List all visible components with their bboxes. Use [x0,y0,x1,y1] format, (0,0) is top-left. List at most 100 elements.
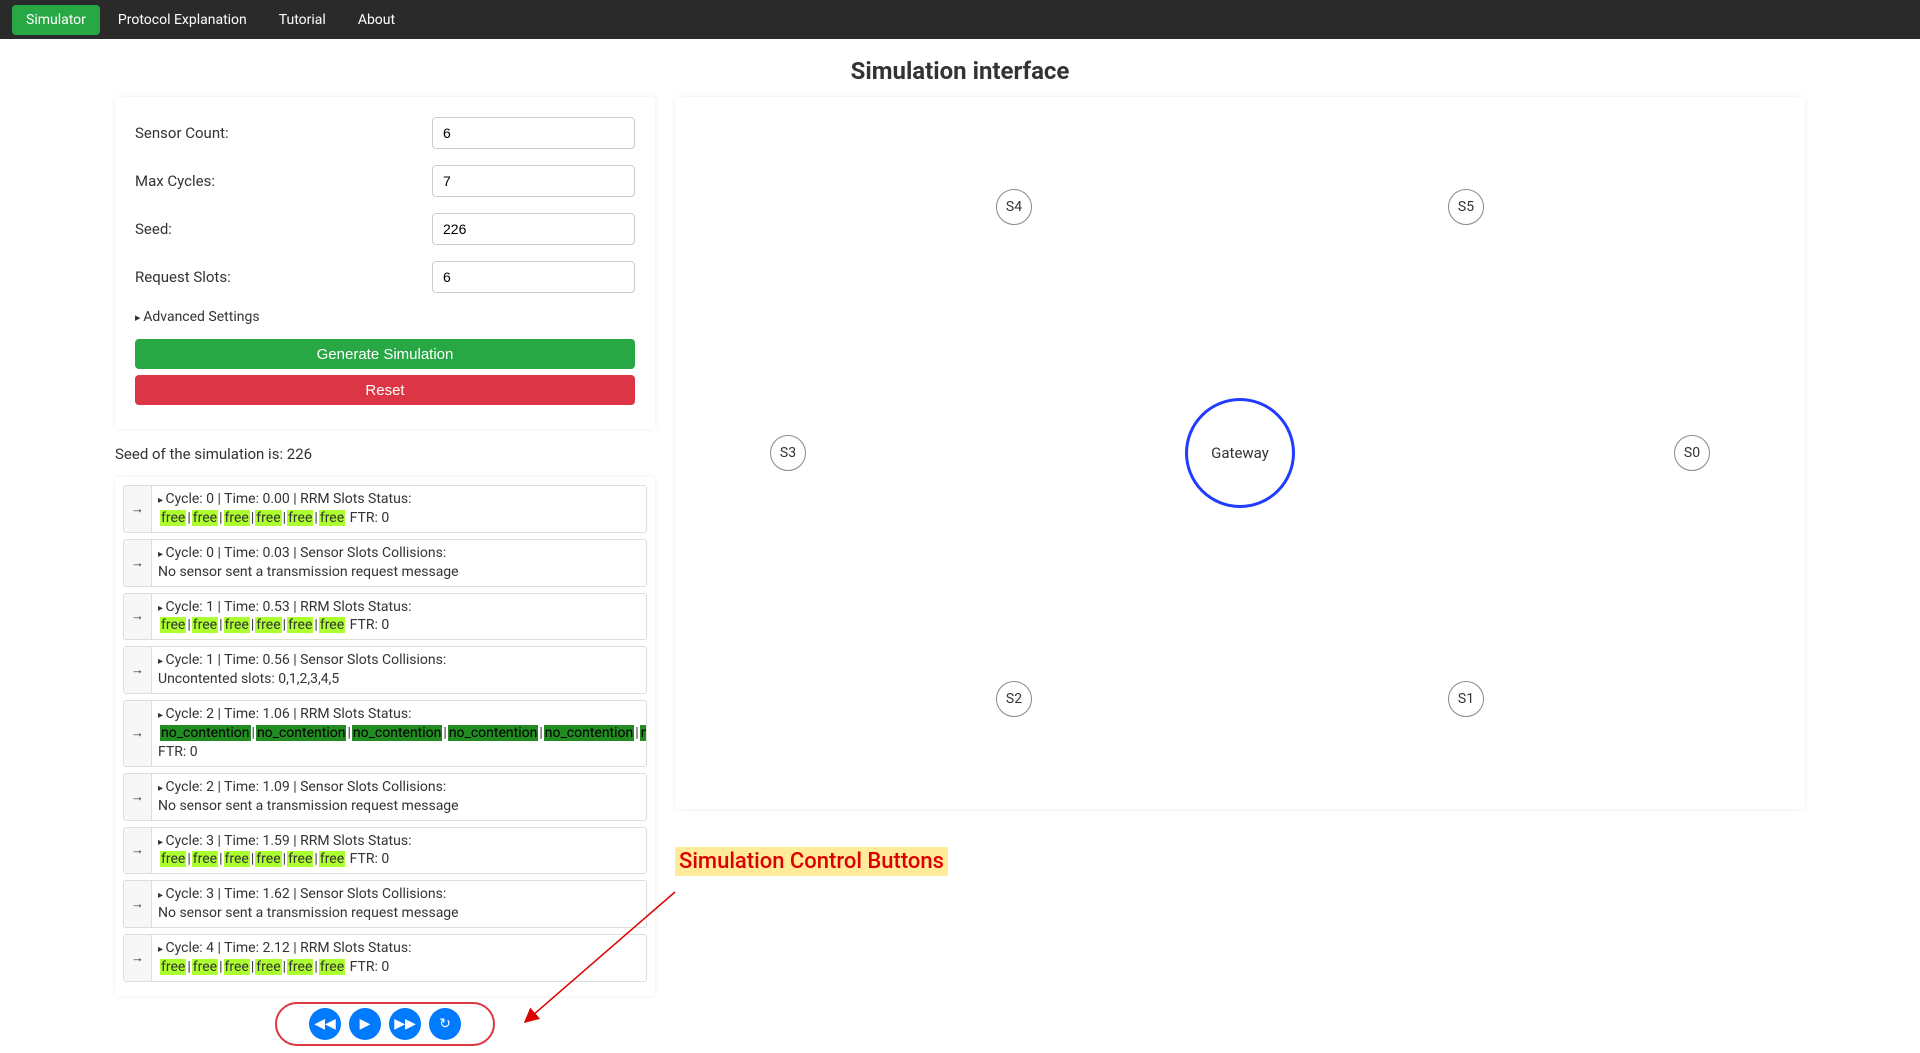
log-expand-button[interactable]: → [124,701,152,766]
log-expand-button[interactable]: → [124,881,152,927]
slot-badge: free [319,510,345,526]
nav-item-about[interactable]: About [344,5,409,35]
play-button[interactable]: ▶ [349,1008,381,1040]
log-expand-button[interactable]: → [124,594,152,640]
log-body[interactable]: Cycle: 4 | Time: 2.12 | RRM Slots Status… [152,935,646,981]
sensor-node-s2: S2 [996,681,1032,717]
seed-info-text: Seed of the simulation is: 226 [115,445,655,463]
slot-badge: free [160,959,186,975]
slot-badge: free [287,959,313,975]
max-cycles-label: Max Cycles: [135,172,432,190]
max-cycles-input[interactable] [432,165,635,197]
log-entry: →Cycle: 2 | Time: 1.09 | Sensor Slots Co… [123,773,647,821]
log-detail: No sensor sent a transmission request me… [158,563,640,582]
slot-badge: free [287,617,313,633]
annotation-label: Simulation Control Buttons [675,847,948,876]
nav-item-protocol-explanation[interactable]: Protocol Explanation [104,5,261,35]
log-summary: Cycle: 4 | Time: 2.12 | RRM Slots Status… [158,939,640,958]
slot-badge: free [287,510,313,526]
backward-icon: ◀◀ [314,1016,336,1032]
slot-status-line: free|free|free|free|free|free FTR: 0 [158,617,390,633]
sensor-node-s5: S5 [1448,189,1484,225]
slot-badge: no_contention [544,725,635,741]
advanced-settings-toggle[interactable]: Advanced Settings [135,309,635,325]
page-title: Simulation interface [0,57,1920,85]
navbar: SimulatorProtocol ExplanationTutorialAbo… [0,0,1920,39]
slot-badge: free [192,617,218,633]
log-summary: Cycle: 1 | Time: 0.53 | RRM Slots Status… [158,598,640,617]
log-entry: → Cycle: 0 | Time: 0.00 | RRM Slots Statu… [123,485,647,533]
log-body[interactable]: Cycle: 1 | Time: 0.53 | RRM Slots Status… [152,594,646,640]
log-expand-button[interactable]: → [124,935,152,981]
log-expand-button[interactable]: → [124,540,152,586]
log-summary: Cycle: 3 | Time: 1.62 | Sensor Slots Col… [158,885,640,904]
forward-icon: ▶▶ [394,1016,416,1032]
request-slots-input[interactable] [432,261,635,293]
slot-badge: no_contention [448,725,539,741]
play-icon: ▶ [360,1016,371,1032]
log-entry: → Cycle: 4 | Time: 2.12 | RRM Slots Statu… [123,934,647,982]
generate-simulation-button[interactable]: Generate Simulation [135,339,635,369]
slot-status-line: no_contention|no_contention|no_contentio… [158,725,647,741]
sensor-node-s4: S4 [996,189,1032,225]
slot-badge: free [224,510,250,526]
slot-badge: free [192,510,218,526]
seed-input[interactable] [432,213,635,245]
reload-icon: ↻ [439,1016,451,1032]
seed-label: Seed: [135,220,432,238]
slot-badge: free [255,510,281,526]
slot-status-line: free|free|free|free|free|free FTR: 0 [158,851,390,867]
log-tail: FTR: 0 [158,743,647,762]
slot-badge: free [255,617,281,633]
slot-status-line: free|free|free|free|free|free FTR: 0 [158,959,390,975]
log-detail: No sensor sent a transmission request me… [158,904,640,923]
nav-item-simulator[interactable]: Simulator [12,5,100,35]
slot-badge: free [319,851,345,867]
settings-card: Sensor Count: Max Cycles: Seed: Request … [115,97,655,429]
log-summary: Cycle: 0 | Time: 0.00 | RRM Slots Status… [158,490,640,509]
nav-item-tutorial[interactable]: Tutorial [265,5,340,35]
log-summary: Cycle: 3 | Time: 1.59 | RRM Slots Status… [158,832,640,851]
log-body[interactable]: Cycle: 0 | Time: 0.00 | RRM Slots Status… [152,486,646,532]
log-body[interactable]: Cycle: 2 | Time: 1.06 | RRM Slots Status… [152,701,647,766]
slot-badge: no_contention [640,725,647,741]
slot-badge: no_contention [160,725,251,741]
step-backward-button[interactable]: ◀◀ [309,1008,341,1040]
log-expand-button[interactable]: → [124,828,152,874]
sensor-node-s1: S1 [1448,681,1484,717]
log-body[interactable]: Cycle: 3 | Time: 1.62 | Sensor Slots Col… [152,881,646,927]
log-entry: →Cycle: 0 | Time: 0.03 | Sensor Slots Co… [123,539,647,587]
log-body[interactable]: Cycle: 0 | Time: 0.03 | Sensor Slots Col… [152,540,646,586]
step-forward-button[interactable]: ▶▶ [389,1008,421,1040]
log-expand-button[interactable]: → [124,486,152,532]
log-body[interactable]: Cycle: 1 | Time: 0.56 | Sensor Slots Col… [152,647,646,693]
control-buttons-group: ◀◀ ▶ ▶▶ ↻ [275,1002,495,1046]
log-entry: → Cycle: 1 | Time: 0.53 | RRM Slots Statu… [123,593,647,641]
slot-badge: free [192,851,218,867]
slot-badge: free [255,959,281,975]
slot-badge: free [319,617,345,633]
slot-badge: free [287,851,313,867]
log-detail: No sensor sent a transmission request me… [158,797,640,816]
sensor-count-label: Sensor Count: [135,124,432,142]
slot-badge: free [192,959,218,975]
log-expand-button[interactable]: → [124,647,152,693]
log-entry: → Cycle: 1 | Time: 0.56 | Sensor Slots Co… [123,646,647,694]
gateway-node: Gateway [1185,398,1295,508]
log-expand-button[interactable]: → [124,774,152,820]
slot-badge: no_contention [352,725,443,741]
log-card: → Cycle: 0 | Time: 0.00 | RRM Slots Statu… [115,477,655,996]
slot-badge: free [224,959,250,975]
sensor-node-s0: S0 [1674,435,1710,471]
slot-status-line: free|free|free|free|free|free FTR: 0 [158,510,390,526]
slot-badge: no_contention [256,725,347,741]
reload-button[interactable]: ↻ [429,1008,461,1040]
reset-button[interactable]: Reset [135,375,635,405]
log-body[interactable]: Cycle: 2 | Time: 1.09 | Sensor Slots Col… [152,774,646,820]
log-summary: Cycle: 2 | Time: 1.06 | RRM Slots Status… [158,705,647,724]
sensor-count-input[interactable] [432,117,635,149]
log-summary: Cycle: 1 | Time: 0.56 | Sensor Slots Col… [158,651,640,670]
log-entry: → Cycle: 3 | Time: 1.62 | Sensor Slots Co… [123,880,647,928]
slot-badge: free [160,617,186,633]
log-body[interactable]: Cycle: 3 | Time: 1.59 | RRM Slots Status… [152,828,646,874]
